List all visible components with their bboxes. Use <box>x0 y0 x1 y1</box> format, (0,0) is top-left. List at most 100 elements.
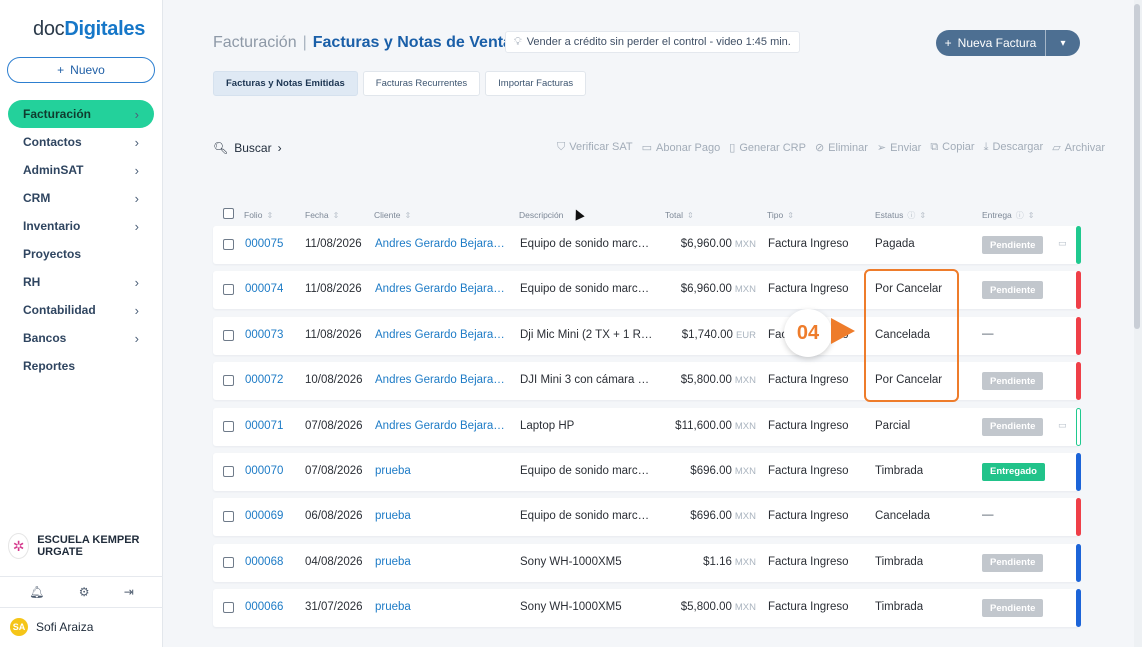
crp-action[interactable]: ▯ Generar CRP <box>729 141 806 154</box>
client-link[interactable]: Andres Gerardo Bejarano ... <box>375 420 510 432</box>
search-toggle[interactable]: 🔍︎ Buscar › <box>213 141 282 155</box>
copy-icon: ⧉ <box>930 141 939 153</box>
chevron-down-icon[interactable]: ▾ <box>1045 30 1080 56</box>
description-cell: DJI Mini 3 con cámara Lig... <box>520 374 655 387</box>
info-icon: ⓘ <box>1015 211 1024 220</box>
delivery-badge[interactable]: Pendiente <box>982 599 1044 618</box>
delivery-badge[interactable]: Pendiente <box>982 236 1044 254</box>
plus-icon: + <box>57 63 65 77</box>
col-estatus[interactable]: Estatus ⓘ ⇕ <box>875 210 926 221</box>
folio-link[interactable]: 000072 <box>245 374 283 386</box>
col-tipo[interactable]: Tipo ⇕ <box>767 210 794 220</box>
breadcrumb-section[interactable]: Facturación <box>213 34 297 52</box>
col-folio[interactable]: Folio ⇕ <box>244 210 273 220</box>
logout-icon[interactable]: ⇥ <box>124 585 134 599</box>
client-link[interactable]: Andres Gerardo Bejarano ... <box>375 329 510 341</box>
row-checkbox[interactable] <box>223 511 234 523</box>
table-row[interactable]: 000071 07/08/2026 Andres Gerardo Bejarano … <box>213 407 1081 446</box>
scrollbar-thumb[interactable] <box>1134 4 1140 329</box>
client-link[interactable]: Andres Gerardo Bejarano ... <box>375 238 510 250</box>
sidebar-item-reportes[interactable]: Reportes <box>8 352 154 380</box>
status-color-strip <box>1076 226 1081 264</box>
payment-card-icon[interactable]: ▭ <box>1058 238 1067 249</box>
sort-icon: ⇕ <box>919 211 927 220</box>
sidebar-item-crm[interactable]: CRM › <box>8 184 154 212</box>
sidebar-item-inventario[interactable]: Inventario › <box>8 212 154 240</box>
delivery-badge[interactable]: Entregado <box>982 462 1045 481</box>
delivery-badge[interactable]: Pendiente <box>982 281 1044 300</box>
folio-link[interactable]: 000074 <box>245 283 283 295</box>
sidebar-item-contactos[interactable]: Contactos › <box>8 128 154 156</box>
copy-action[interactable]: ⧉ Copiar <box>930 141 974 154</box>
gear-icon[interactable]: ⚙ <box>79 585 90 599</box>
send-action[interactable]: ➢ Enviar <box>877 141 921 154</box>
app-logo[interactable]: docDigitales <box>33 18 145 41</box>
folio-link[interactable]: 000071 <box>245 420 283 432</box>
row-checkbox[interactable] <box>223 239 234 250</box>
client-link[interactable]: prueba <box>375 556 411 568</box>
folio-link[interactable]: 000070 <box>245 465 283 477</box>
payment-card-icon[interactable]: ▭ <box>1058 420 1067 431</box>
row-checkbox[interactable] <box>223 602 234 614</box>
folio-link[interactable]: 000069 <box>245 510 283 522</box>
sidebar-item-label: Reportes <box>23 359 76 373</box>
sidebar-item-facturacion[interactable]: Facturación › <box>8 100 154 128</box>
sidebar-item-bancos[interactable]: Bancos › <box>8 324 154 352</box>
new-button[interactable]: + Nuevo <box>7 57 155 83</box>
new-invoice-main[interactable]: + Nueva Factura <box>936 36 1045 50</box>
document-icon: ▯ <box>729 142 736 154</box>
delete-action[interactable]: ⊘ Eliminar <box>815 141 868 154</box>
sidebar-item-rh[interactable]: RH › <box>8 268 154 296</box>
col-entrega[interactable]: Entrega ⓘ ⇕ <box>982 210 1034 221</box>
sidebar-item-adminsat[interactable]: AdminSAT › <box>8 156 154 184</box>
row-checkbox[interactable] <box>223 420 234 432</box>
archive-action[interactable]: ▱ Archivar <box>1052 141 1105 154</box>
select-all-checkbox[interactable] <box>223 208 234 219</box>
company-switcher[interactable]: ✲ ESCUELA KEMPER URGATE <box>8 533 158 559</box>
client-link[interactable]: prueba <box>375 510 411 522</box>
table-row[interactable]: 000070 07/08/2026 prueba Equipo de sonido m… <box>213 452 1081 491</box>
sidebar-item-label: Contabilidad <box>23 303 96 317</box>
bell-icon[interactable]: 🔔︎ <box>29 585 44 599</box>
delivery-badge[interactable]: Pendiente <box>982 417 1044 436</box>
type-cell: Factura Ingreso <box>768 238 849 250</box>
client-link[interactable]: prueba <box>375 601 411 613</box>
sidebar-item-proyectos[interactable]: Proyectos <box>8 240 154 268</box>
folio-link[interactable]: 000073 <box>245 329 283 341</box>
client-link[interactable]: prueba <box>375 465 411 477</box>
delivery-empty: — <box>982 509 994 522</box>
delivery-badge[interactable]: Pendiente <box>982 553 1044 572</box>
col-descripcion[interactable]: Descripción <box>519 210 563 220</box>
tab-facturas-recurrentes[interactable]: Facturas Recurrentes <box>362 71 481 96</box>
row-checkbox[interactable] <box>223 375 234 387</box>
sidebar-item-contabilidad[interactable]: Contabilidad › <box>8 296 154 324</box>
client-link[interactable]: Andres Gerardo Bejarano ... <box>375 283 510 295</box>
currency-label: MXN <box>734 556 756 568</box>
folio-link[interactable]: 000068 <box>245 556 283 568</box>
download-action[interactable]: ⤓ Descargar <box>984 141 1044 154</box>
row-checkbox[interactable] <box>223 465 234 477</box>
folio-link[interactable]: 000066 <box>245 601 283 613</box>
tab-importar-facturas[interactable]: Importar Facturas <box>485 71 587 96</box>
table-row[interactable]: 000069 06/08/2026 prueba Equipo de sonido m… <box>213 498 1081 537</box>
client-link[interactable]: Andres Gerardo Bejarano ... <box>375 374 510 386</box>
col-total[interactable]: Total ⇕ <box>665 210 694 220</box>
video-tip[interactable]: 💡︎ Vender a crédito sin perder el contro… <box>505 31 800 53</box>
table-row[interactable]: 000075 11/08/2026 Andres Gerardo Bejarano … <box>213 226 1081 264</box>
new-invoice-button[interactable]: + Nueva Factura ▾ <box>936 30 1080 56</box>
col-fecha[interactable]: Fecha ⇕ <box>305 210 339 220</box>
tab-facturas-emitidas[interactable]: Facturas y Notas Emitidas <box>213 71 358 96</box>
pay-action[interactable]: ▭ Abonar Pago <box>642 141 721 154</box>
table-row[interactable]: 000066 31/07/2026 prueba Sony WH-1000XM5 $5,… <box>213 589 1081 628</box>
folio-link[interactable]: 000075 <box>245 238 283 250</box>
row-checkbox[interactable] <box>223 556 234 568</box>
row-checkbox[interactable] <box>223 329 234 341</box>
delivery-badge[interactable]: Pendiente <box>982 372 1044 391</box>
user-profile[interactable]: SA Sofi Araiza <box>10 618 93 636</box>
verify-sat-action[interactable]: ⛉ Verificar SAT <box>557 141 633 154</box>
status-color-strip <box>1076 589 1081 628</box>
col-cliente[interactable]: Cliente ⇕ <box>374 210 411 220</box>
table-row[interactable]: 000068 04/08/2026 prueba Sony WH-1000XM5 $1.… <box>213 543 1081 582</box>
sort-icon: ⇕ <box>787 211 794 220</box>
row-checkbox[interactable] <box>223 284 234 296</box>
